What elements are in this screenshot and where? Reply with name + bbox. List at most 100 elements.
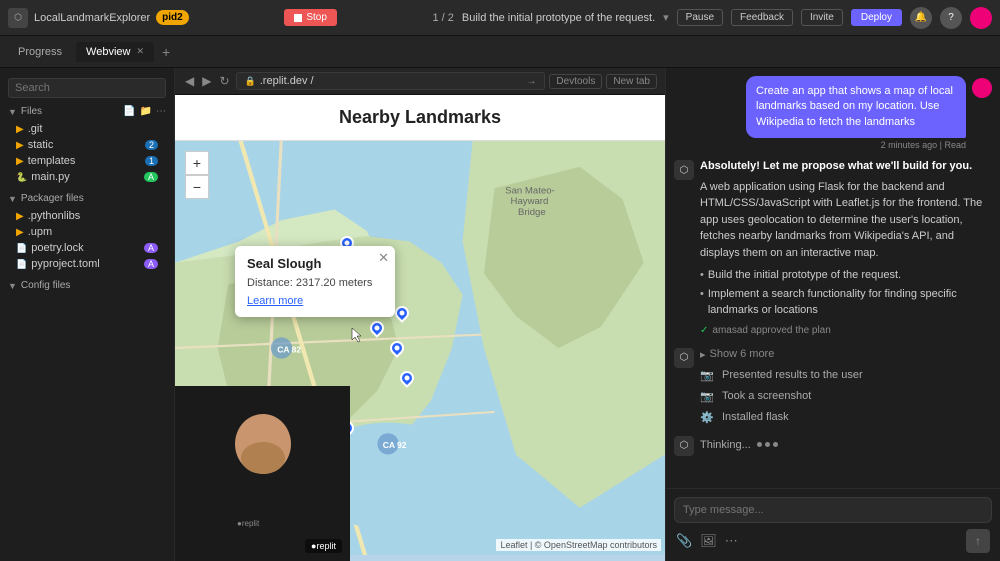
agent-task-label: Build the initial prototype of the reque… (462, 12, 655, 24)
file-item-poetrylock[interactable]: 📄 poetry.lock A (8, 240, 166, 256)
add-folder-icon[interactable]: 📁 (140, 106, 152, 117)
file-name: .git (28, 123, 43, 135)
file-item-upm[interactable]: ▶ .upm (8, 224, 166, 240)
tab-progress[interactable]: Progress (8, 42, 72, 62)
popup-close-button[interactable]: ✕ (378, 250, 389, 266)
lock-icon: 🔒 (245, 76, 256, 87)
ai-input-area: 📎 🖼 ⋯ ↑ (666, 488, 1000, 561)
files-title: ▼ Files (8, 106, 42, 117)
show-more-button[interactable]: ▸ Show 6 more (700, 346, 863, 363)
webcam-feed: ●replit ●replit (175, 386, 350, 561)
file-item-mainpy[interactable]: 🐍 main.py A (8, 169, 166, 185)
bot-icon-thinking: ⬡ (674, 436, 694, 456)
chevron-icon: ▸ (700, 348, 706, 361)
zoom-out-button[interactable]: − (185, 175, 209, 199)
person-svg: ●replit (175, 386, 350, 561)
file-item-pyproject[interactable]: 📄 pyproject.toml A (8, 256, 166, 272)
packager-section: ▼ Packager files ▶ .pythonlibs ▶ .upm 📄 … (0, 189, 174, 276)
svg-text:CA 82: CA 82 (277, 344, 301, 354)
file-item-git[interactable]: ▶ .git (8, 121, 166, 137)
devtools-button[interactable]: Devtools (549, 74, 602, 89)
person-in-webcam: ●replit (175, 386, 350, 561)
nav-refresh-button[interactable]: ↻ (217, 74, 231, 88)
file-badge: A (144, 172, 158, 182)
help-icon[interactable]: ? (940, 7, 962, 29)
file-badge: A (144, 243, 158, 253)
more-icon[interactable]: ⋯ (156, 106, 166, 117)
chat-input[interactable] (674, 497, 992, 523)
main-layout: ▼ Files 📄 📁 ⋯ ▶ .git ▶ static 2 ▶ (0, 68, 1000, 561)
deploy-button[interactable]: Deploy (851, 9, 902, 26)
replit-logo: ●replit (305, 539, 342, 553)
send-button[interactable]: ↑ (966, 529, 990, 553)
input-actions: 📎 🖼 ⋯ ↑ (674, 529, 992, 553)
user-avatar[interactable] (970, 7, 992, 29)
tab-add-button[interactable]: + (158, 44, 174, 60)
stop-button[interactable]: Stop (284, 9, 337, 26)
thinking-indicator: ⬡ Thinking... (674, 434, 992, 456)
app-icon: ⬡ (8, 8, 28, 28)
file-name: .upm (28, 226, 52, 238)
packager-header: ▼ Packager files (8, 193, 166, 204)
new-tab-button[interactable]: New tab (606, 74, 657, 89)
notification-icon[interactable]: 🔔 (910, 7, 932, 29)
files-section: ▼ Files 📄 📁 ⋯ ▶ .git ▶ static 2 ▶ (0, 102, 174, 189)
user-avatar-chat (972, 78, 992, 98)
nav-forward-button[interactable]: ▶ (200, 74, 213, 88)
popup-learn-more-link[interactable]: Learn more (247, 295, 303, 307)
tab-progress-label: Progress (18, 46, 62, 58)
files-icons: 📄 📁 ⋯ (123, 106, 166, 117)
invite-button[interactable]: Invite (801, 9, 843, 26)
file-name: static (28, 139, 54, 151)
file-name: main.py (31, 171, 70, 183)
map-attribution: Leaflet | © OpenStreetMap contributors (496, 539, 661, 551)
browser-bar: ◀ ▶ ↻ 🔒 .replit.dev / → Devtools New tab (175, 68, 665, 95)
bot-message: ⬡ Absolutely! Let me propose what we'll … (674, 158, 992, 338)
bot-icon-activity: ⬡ (674, 348, 694, 368)
folder-icon: ▶ (16, 227, 24, 238)
more-options-icon[interactable]: ⋯ (725, 533, 738, 549)
packager-title: ▼ Packager files (8, 193, 84, 204)
activity-text-1: Presented results to the user (722, 369, 863, 382)
thinking-dots (757, 442, 778, 447)
top-bar: ⬡ LocalLandmarkExplorer pid2 Stop 1 / 2 … (0, 0, 1000, 36)
tab-webview[interactable]: Webview ✕ (76, 42, 154, 62)
browser-url-bar[interactable]: 🔒 .replit.dev / → (236, 72, 546, 90)
dot-2 (765, 442, 770, 447)
file-item-templates[interactable]: ▶ templates 1 (8, 153, 166, 169)
ai-messages: Create an app that shows a map of local … (666, 68, 1000, 488)
activity-item-1: 📷 Presented results to the user (700, 367, 863, 384)
file-item-pythonlibs[interactable]: ▶ .pythonlibs (8, 208, 166, 224)
activity-item-2: 📷 Took a screenshot (700, 388, 863, 405)
map-zoom-controls: + − (185, 151, 209, 199)
ai-panel: Create an app that shows a map of local … (665, 68, 1000, 561)
pause-button[interactable]: Pause (677, 9, 723, 26)
bot-title: Absolutely! Let me propose what we'll bu… (700, 158, 992, 175)
file-item-static[interactable]: ▶ static 2 (8, 137, 166, 153)
image-icon[interactable]: 🖼 (700, 533, 717, 549)
sidebar: ▼ Files 📄 📁 ⋯ ▶ .git ▶ static 2 ▶ (0, 68, 175, 561)
folder-icon: ▶ (16, 124, 24, 135)
add-file-icon[interactable]: 📄 (123, 106, 135, 117)
activity-text-2: Took a screenshot (722, 390, 811, 403)
files-label: Files (21, 106, 42, 117)
zoom-in-button[interactable]: + (185, 151, 209, 175)
url-arrow-icon: → (526, 76, 536, 87)
folder-icon: ▶ (16, 211, 24, 222)
bullet-text: Build the initial prototype of the reque… (708, 267, 901, 284)
dot-1 (757, 442, 762, 447)
map-popup: ✕ Seal Slough Distance: 2317.20 meters L… (235, 246, 395, 317)
search-input[interactable] (8, 78, 166, 98)
tab-close-icon[interactable]: ✕ (136, 46, 144, 57)
attachment-icon[interactable]: 📎 (676, 533, 692, 549)
user-message-meta: 2 minutes ago | Read (881, 140, 966, 150)
plan-approval: ✓ amasad approved the plan (700, 323, 992, 338)
webcam-overlay: ●replit ●replit (175, 386, 350, 561)
feedback-button[interactable]: Feedback (731, 9, 793, 26)
folder-icon: ▶ (16, 156, 24, 167)
bot-body: A web application using Flask for the ba… (700, 179, 992, 262)
pid-badge: pid2 (156, 10, 189, 25)
file-badge: 2 (145, 140, 158, 150)
nav-back-button[interactable]: ◀ (183, 74, 196, 88)
stop-icon (294, 14, 302, 22)
